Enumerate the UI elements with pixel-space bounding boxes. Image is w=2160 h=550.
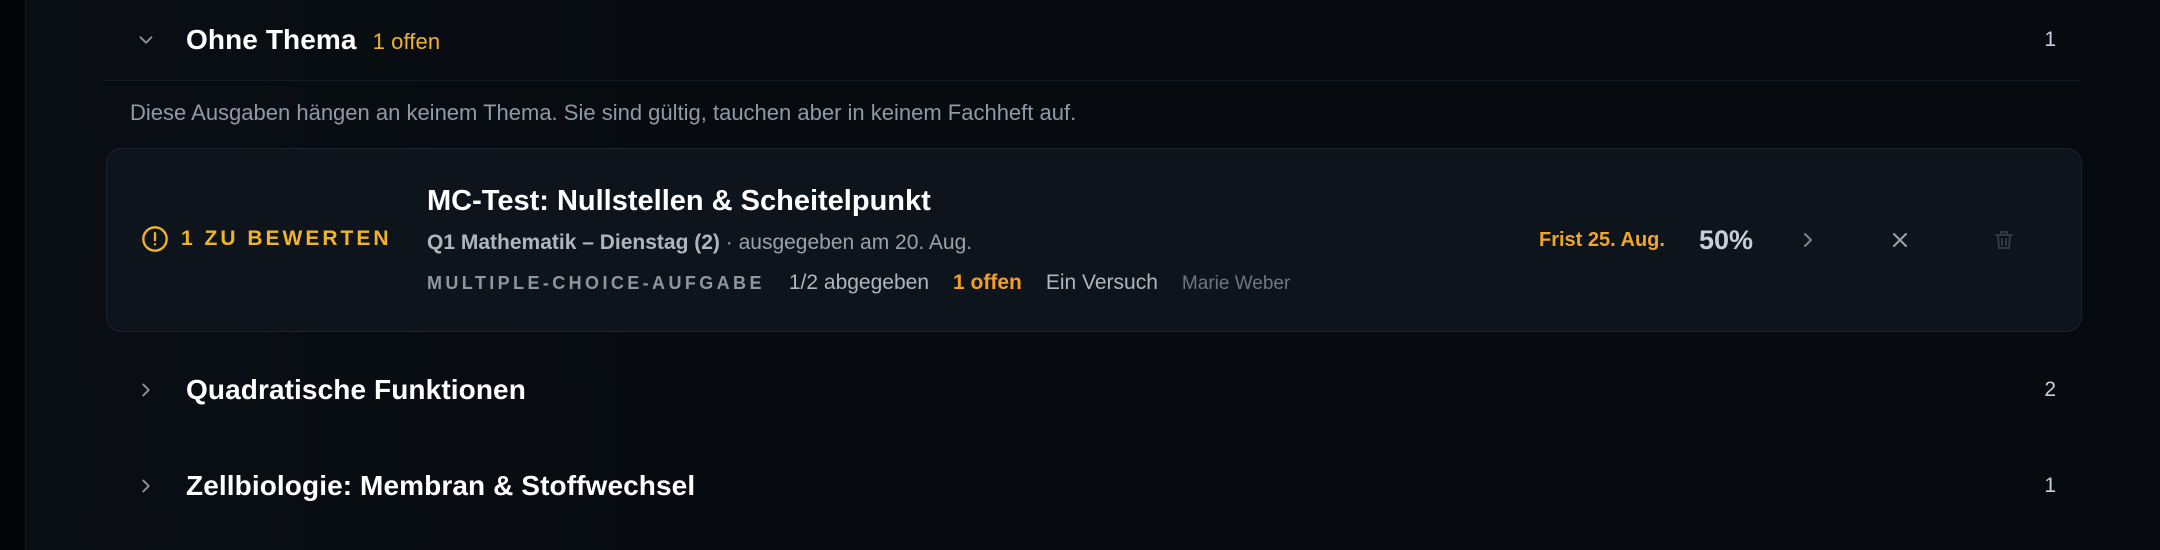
assignment-title[interactable]: MC-Test: Nullstellen & Scheitelpunkt [427, 185, 931, 218]
deadline: Frist 25. Aug. [1539, 229, 1665, 251]
open-assignment-button[interactable] [1787, 219, 1829, 261]
section-divider [104, 80, 2082, 81]
section-item-count: 1 [2044, 28, 2056, 51]
section-title-text: Ohne Thema [186, 24, 357, 55]
section-header-zellbiologie[interactable]: Zellbiologie: Membran & Stoffwechsel 1 [104, 446, 2082, 526]
teacher-name: Marie Weber [1181, 273, 1291, 294]
sidebar-edge [0, 0, 26, 550]
assignment-card[interactable]: 1 ZU BEWERTEN MC-Test: Nullstellen & Sch… [106, 148, 2082, 332]
attempt-info: Ein Versuch [1045, 271, 1158, 294]
section-header-ohne-thema[interactable]: Ohne Thema 1 offen 1 [104, 0, 2082, 80]
chevron-down-icon[interactable] [132, 26, 160, 54]
close-assignment-button[interactable] [1879, 219, 1921, 261]
chevron-right-icon[interactable] [132, 376, 160, 404]
assignment-type: MULTIPLE-CHOICE-AUFGABE [427, 273, 765, 293]
section-open-count: 1 offen [372, 29, 441, 54]
assignment-subtitle: Q1 Mathematik – Dienstag (2) · ausgegebe… [427, 231, 972, 255]
grading-badge-label: 1 ZU BEWERTEN [181, 227, 392, 250]
section-title: Quadratische Funktionen [186, 374, 526, 405]
chevron-right-icon[interactable] [132, 472, 160, 500]
open-count: 1 offen [953, 271, 1022, 294]
grading-badge: 1 ZU BEWERTEN [141, 225, 392, 253]
section-item-count: 1 [2044, 474, 2056, 497]
assignment-issued-date: · ausgegeben am 20. Aug. [719, 231, 973, 254]
section-item-count: 2 [2044, 378, 2056, 401]
delete-assignment-button[interactable] [1983, 219, 2025, 261]
close-icon [1893, 233, 1907, 247]
section-title: Ohne Thema 1 offen [186, 24, 440, 56]
section-title: Zellbiologie: Membran & Stoffwechsel [186, 470, 696, 501]
score-percent: 50% [1699, 225, 1754, 255]
trash-icon [1995, 231, 2013, 249]
section-description: Diese Ausgaben hängen an keinem Thema. S… [130, 100, 1077, 125]
assignment-meta: MULTIPLE-CHOICE-AUFGABE 1/2 abgegeben 1 … [427, 271, 1290, 295]
assignment-course: Q1 Mathematik – Dienstag (2) [427, 231, 720, 254]
submission-count: 1/2 abgegeben [788, 271, 929, 294]
chevron-right-icon [1804, 233, 1812, 247]
alert-circle-icon [142, 226, 168, 252]
section-header-quadratische-funktionen[interactable]: Quadratische Funktionen 2 [104, 350, 2082, 430]
